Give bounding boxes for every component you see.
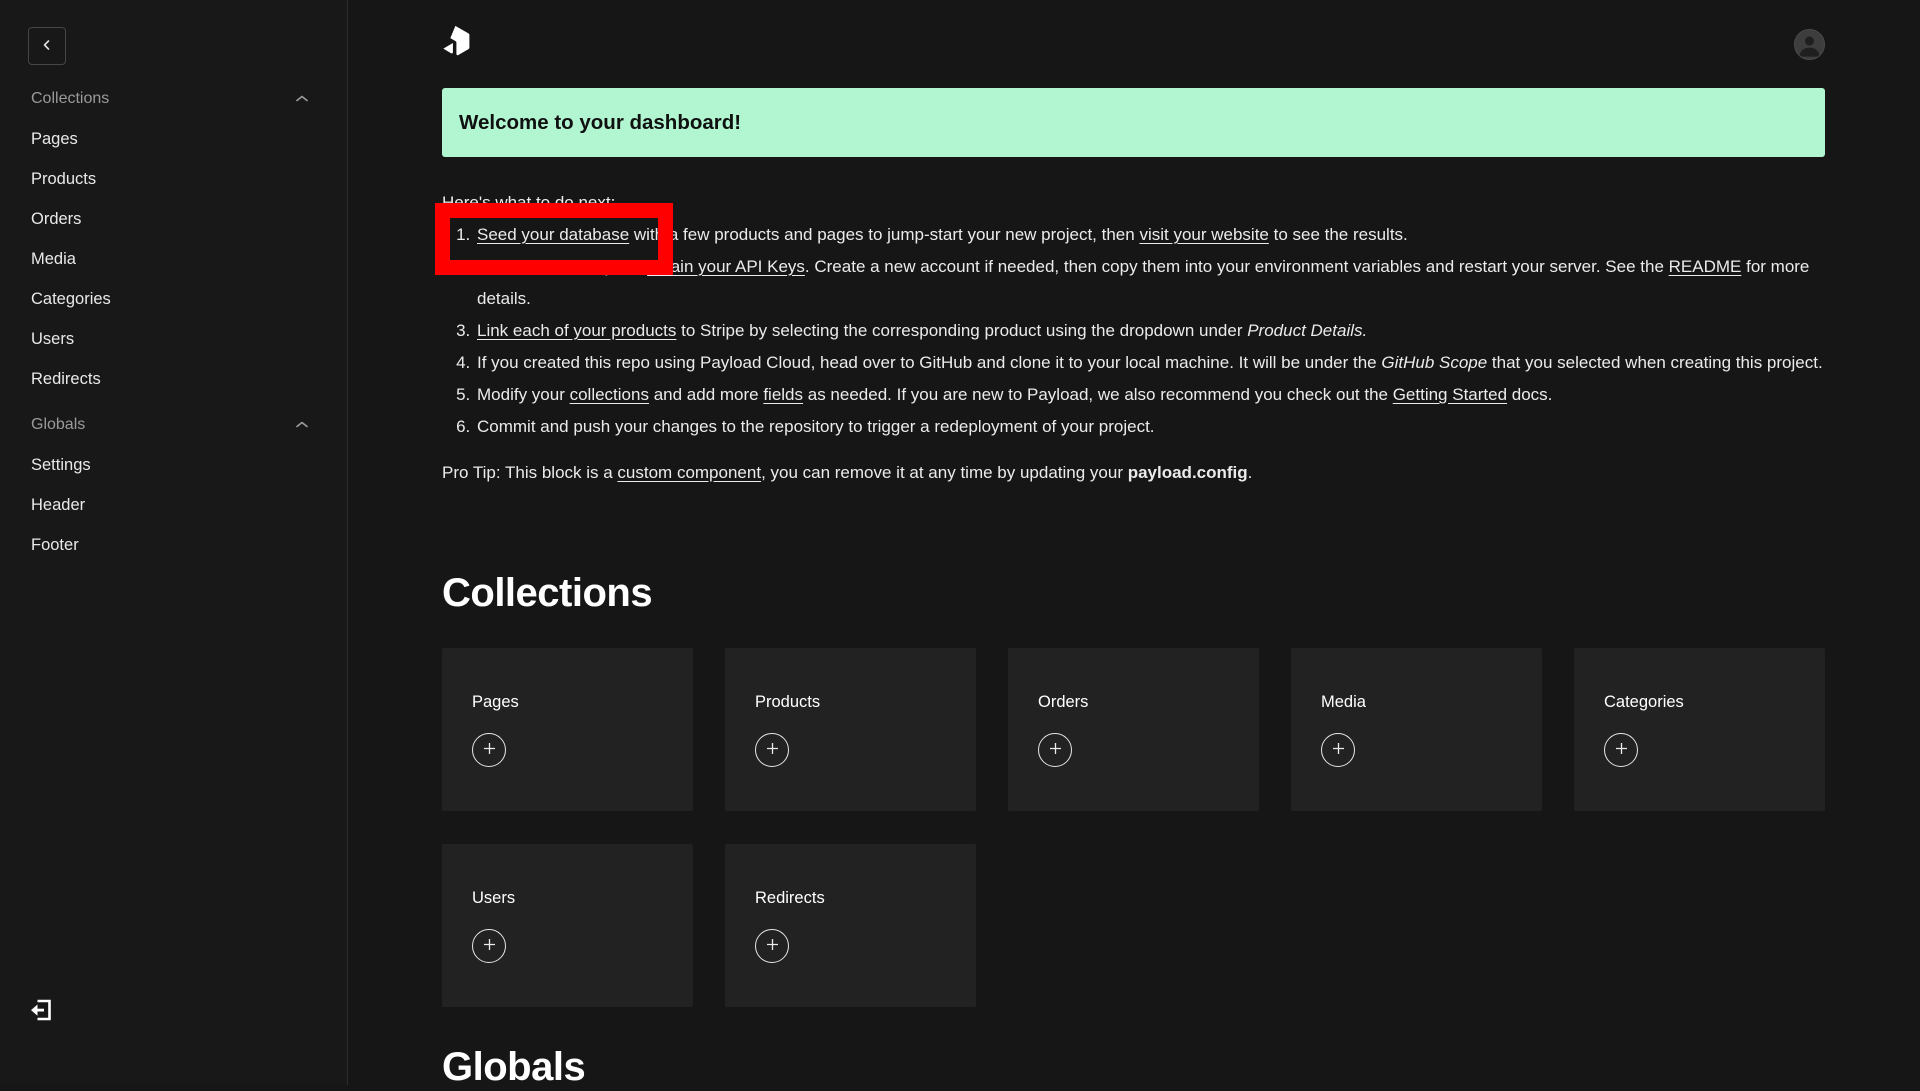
create-new-redirects-button[interactable] <box>755 929 789 963</box>
create-new-media-button[interactable] <box>1321 733 1355 767</box>
nav-group-toggle-collections[interactable]: Collections <box>0 79 347 119</box>
collection-card-categories[interactable]: Categories <box>1574 648 1825 811</box>
create-new-products-button[interactable] <box>755 733 789 767</box>
logout-icon <box>28 997 53 1026</box>
nav-group-label: Globals <box>31 416 85 434</box>
account-avatar[interactable] <box>1794 29 1825 60</box>
collection-card-users[interactable]: Users <box>442 844 693 1007</box>
inline-link[interactable]: visit your website <box>1139 225 1268 244</box>
collection-card-media[interactable]: Media <box>1291 648 1542 811</box>
nav-group-toggle-globals[interactable]: Globals <box>0 405 347 445</box>
plus-icon <box>483 742 496 758</box>
chevron-up-icon <box>295 90 309 108</box>
sidebar-item-footer[interactable]: Footer <box>0 525 347 565</box>
instruction-item: Head over to Stripe to obtain your API K… <box>475 251 1825 315</box>
inline-link[interactable]: README <box>1669 257 1742 276</box>
nav-group-label: Collections <box>31 90 109 108</box>
inline-link[interactable]: custom component <box>617 463 761 482</box>
create-new-pages-button[interactable] <box>472 733 506 767</box>
inline-link[interactable]: Seed your database <box>477 225 629 244</box>
create-new-categories-button[interactable] <box>1604 733 1638 767</box>
plus-icon <box>766 938 779 954</box>
plus-icon <box>766 742 779 758</box>
instruction-item: If you created this repo using Payload C… <box>475 347 1825 379</box>
sidebar-item-header[interactable]: Header <box>0 485 347 525</box>
main-content: Welcome to your dashboard! Here's what t… <box>348 0 1920 1085</box>
card-title: Orders <box>1038 693 1229 712</box>
sidebar: Collections PagesProductsOrdersMediaCateg… <box>0 0 348 1085</box>
chevron-left-icon <box>41 39 53 54</box>
inline-link[interactable]: obtain your API Keys <box>647 257 805 276</box>
collection-card-pages[interactable]: Pages <box>442 648 693 811</box>
sidebar-item-users[interactable]: Users <box>0 319 347 359</box>
sidebar-item-media[interactable]: Media <box>0 239 347 279</box>
collection-card-redirects[interactable]: Redirects <box>725 844 976 1007</box>
card-title: Categories <box>1604 693 1795 712</box>
emphasis-text: Product Details. <box>1247 321 1367 340</box>
sidebar-item-settings[interactable]: Settings <box>0 445 347 485</box>
plus-icon <box>1332 742 1345 758</box>
card-title: Users <box>472 889 663 908</box>
welcome-banner-text: Welcome to your dashboard! <box>459 111 741 135</box>
collapse-sidebar-button[interactable] <box>28 27 66 65</box>
plus-icon <box>483 938 496 954</box>
bold-text: payload.config <box>1128 463 1248 482</box>
sidebar-nav: Collections PagesProductsOrdersMediaCateg… <box>0 79 347 565</box>
sidebar-item-products[interactable]: Products <box>0 159 347 199</box>
instruction-item: Modify your collections and add more fie… <box>475 379 1825 411</box>
plus-icon <box>1049 742 1062 758</box>
emphasis-text: GitHub Scope <box>1381 353 1487 372</box>
welcome-banner: Welcome to your dashboard! <box>442 88 1825 157</box>
collections-card-grid: Pages Products Orders Media Categories Users R… <box>442 648 1825 1007</box>
sidebar-item-pages[interactable]: Pages <box>0 119 347 159</box>
sidebar-item-redirects[interactable]: Redirects <box>0 359 347 399</box>
logout-button[interactable] <box>26 997 54 1025</box>
globals-section-title: Globals <box>442 1043 1825 1091</box>
topbar <box>442 0 1825 64</box>
card-title: Redirects <box>755 889 946 908</box>
inline-link[interactable]: fields <box>763 385 803 404</box>
sidebar-item-categories[interactable]: Categories <box>0 279 347 319</box>
create-new-orders-button[interactable] <box>1038 733 1072 767</box>
instruction-item: Commit and push your changes to the repo… <box>475 411 1825 443</box>
collection-card-products[interactable]: Products <box>725 648 976 811</box>
create-new-users-button[interactable] <box>472 929 506 963</box>
inline-link[interactable]: Link each of your products <box>477 321 676 340</box>
instructions-list: Seed your database with a few products a… <box>442 219 1825 443</box>
payload-logo-icon[interactable] <box>442 25 470 64</box>
chevron-up-icon <box>295 416 309 434</box>
instruction-item: Link each of your products to Stripe by … <box>475 315 1825 347</box>
card-title: Pages <box>472 693 663 712</box>
pro-tip: Pro Tip: This block is a custom componen… <box>442 457 1825 489</box>
avatar-person-icon <box>1805 36 1814 45</box>
card-title: Media <box>1321 693 1512 712</box>
inline-link[interactable]: Getting Started <box>1393 385 1507 404</box>
instructions-intro: Here's what to do next: <box>442 187 1825 219</box>
inline-link[interactable]: collections <box>570 385 649 404</box>
card-title: Products <box>755 693 946 712</box>
sidebar-item-orders[interactable]: Orders <box>0 199 347 239</box>
nav-group-globals: Globals SettingsHeaderFooter <box>0 405 347 565</box>
instructions-block: Here's what to do next: Seed your databa… <box>442 187 1825 489</box>
instruction-item: Seed your database with a few products a… <box>475 219 1825 251</box>
collections-section-title: Collections <box>442 569 1825 617</box>
plus-icon <box>1615 742 1628 758</box>
nav-group-collections: Collections PagesProductsOrdersMediaCateg… <box>0 79 347 399</box>
collection-card-orders[interactable]: Orders <box>1008 648 1259 811</box>
